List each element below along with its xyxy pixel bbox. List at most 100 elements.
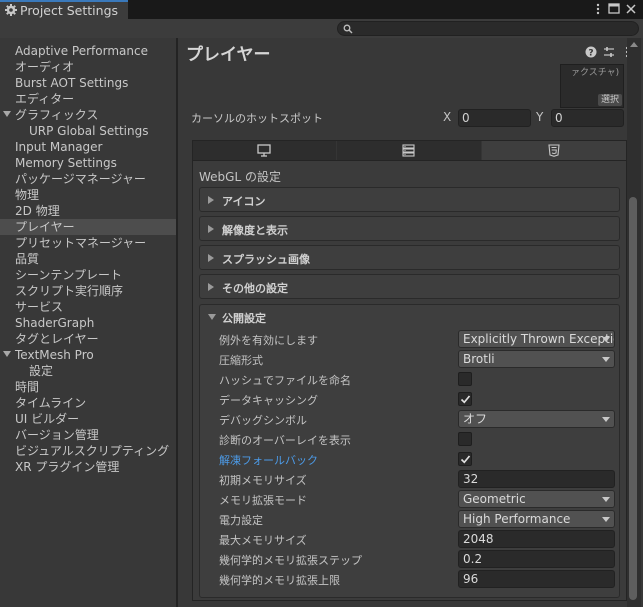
- sidebar-item[interactable]: 時間: [0, 379, 176, 395]
- close-icon[interactable]: [623, 0, 639, 19]
- sidebar-item[interactable]: 設定: [0, 363, 176, 379]
- setting-checkbox[interactable]: [458, 452, 472, 466]
- sidebar-item[interactable]: グラフィックス: [0, 107, 176, 123]
- expand-arrow-icon[interactable]: [3, 351, 11, 357]
- tab-server[interactable]: [337, 141, 481, 160]
- setting-text-field[interactable]: 32: [458, 470, 615, 488]
- setting-row: 解凍フォールバック: [200, 449, 621, 469]
- section-label: 解像度と表示: [222, 224, 288, 237]
- sidebar-item[interactable]: Input Manager: [0, 139, 176, 155]
- sidebar-item-label: 物理: [15, 188, 40, 202]
- sidebar-item[interactable]: ビジュアルスクリプティング: [0, 443, 176, 459]
- hotspot-y-label: Y: [536, 110, 544, 124]
- sidebar-item-label: 時間: [15, 380, 40, 394]
- scrollbar-thumb[interactable]: [629, 197, 637, 600]
- sidebar-item[interactable]: Memory Settings: [0, 155, 176, 171]
- platform-tabs: [192, 140, 627, 161]
- sidebar-item-label: Adaptive Performance: [15, 44, 148, 58]
- checkmark-icon: [460, 395, 471, 404]
- select-texture-button[interactable]: 選択: [597, 94, 622, 106]
- hotspot-x-label: X: [443, 110, 452, 124]
- setting-text-field[interactable]: 0.2: [458, 550, 615, 568]
- setting-row: メモリ拡張モード Geometric: [200, 489, 621, 509]
- maximize-icon[interactable]: [606, 0, 622, 19]
- setting-checkbox[interactable]: [458, 432, 472, 446]
- sidebar-item[interactable]: URP Global Settings: [0, 123, 176, 139]
- dropdown-value: Geometric: [463, 492, 526, 506]
- search-input[interactable]: [337, 21, 639, 36]
- sidebar-item-label: プリセットマネージャー: [15, 236, 147, 250]
- sidebar-item[interactable]: UI ビルダー: [0, 411, 176, 427]
- chevron-down-icon: [602, 517, 610, 522]
- sidebar-item[interactable]: Burst AOT Settings: [0, 75, 176, 91]
- sidebar-item[interactable]: エディター: [0, 91, 176, 107]
- help-icon[interactable]: ?: [585, 46, 597, 58]
- section-other[interactable]: その他の設定: [199, 274, 620, 299]
- webgl-settings-box: WebGL の設定 アイコン 解像度と表示 スプラッシュ画像 その他の設定 公開…: [192, 161, 627, 601]
- tab-standalone[interactable]: [193, 141, 336, 160]
- setting-text-field[interactable]: 2048: [458, 530, 615, 548]
- webgl-settings-title: WebGL の設定: [199, 170, 281, 184]
- project-settings-tab[interactable]: Project Settings: [0, 0, 128, 19]
- sidebar-item[interactable]: サービス: [0, 299, 176, 315]
- setting-dropdown[interactable]: Geometric: [458, 490, 615, 508]
- setting-dropdown[interactable]: Explicitly Thrown Exceptions Only: [458, 330, 615, 348]
- setting-dropdown[interactable]: High Performance: [458, 510, 615, 528]
- section-icon[interactable]: アイコン: [199, 187, 620, 212]
- section-label: アイコン: [222, 195, 266, 208]
- sidebar-item[interactable]: シーンテンプレート: [0, 267, 176, 283]
- setting-label: 幾何学的メモリ拡張上限: [219, 574, 340, 587]
- sidebar-item-label: タグとレイヤー: [15, 332, 99, 346]
- sidebar-item[interactable]: ShaderGraph: [0, 315, 176, 331]
- sidebar-item[interactable]: タイムライン: [0, 395, 176, 411]
- sidebar-item[interactable]: プリセットマネージャー: [0, 235, 176, 251]
- setting-label: 幾何学的メモリ拡張ステップ: [219, 554, 362, 567]
- scroll-up-arrow-icon[interactable]: [630, 42, 638, 47]
- window-title-bar: Project Settings: [0, 0, 643, 19]
- presets-icon[interactable]: [603, 46, 615, 58]
- sidebar-item-label: エディター: [15, 92, 75, 106]
- cursor-texture-preview[interactable]: ァクスチャ) 選択: [560, 64, 624, 108]
- setting-checkbox[interactable]: [458, 372, 472, 386]
- section-label[interactable]: 公開設定: [222, 310, 266, 326]
- sidebar-item[interactable]: Adaptive Performance: [0, 43, 176, 59]
- setting-label[interactable]: 解凍フォールバック: [219, 452, 318, 468]
- setting-label: 診断のオーバーレイを表示: [219, 434, 351, 447]
- setting-row: ハッシュでファイルを命名: [200, 369, 621, 389]
- sidebar-item-label: Burst AOT Settings: [15, 76, 129, 90]
- setting-dropdown[interactable]: Brotli: [458, 350, 615, 368]
- sidebar-item-label: UI ビルダー: [15, 412, 80, 426]
- sidebar-item[interactable]: タグとレイヤー: [0, 331, 176, 347]
- setting-text-field[interactable]: 96: [458, 570, 615, 588]
- sidebar-item[interactable]: バージョン管理: [0, 427, 176, 443]
- sidebar-item[interactable]: スクリプト実行順序: [0, 283, 176, 299]
- sidebar-item[interactable]: オーディオ: [0, 59, 176, 75]
- section-splash[interactable]: スプラッシュ画像: [199, 245, 620, 270]
- foldout-arrow-icon[interactable]: [208, 314, 216, 320]
- setting-label: データキャッシング: [219, 394, 318, 407]
- sidebar-item[interactable]: XR プラグイン管理: [0, 459, 176, 475]
- setting-checkbox[interactable]: [458, 392, 472, 406]
- tab-webgl[interactable]: [482, 141, 626, 160]
- hotspot-y-field[interactable]: 0: [551, 109, 624, 127]
- chevron-down-icon: [602, 337, 610, 342]
- sidebar-item-label: オーディオ: [15, 60, 75, 74]
- sidebar-item[interactable]: TextMesh Pro: [0, 347, 176, 363]
- section-resolution[interactable]: 解像度と表示: [199, 216, 620, 241]
- setting-dropdown[interactable]: オフ: [458, 410, 615, 428]
- setting-row: 初期メモリサイズ 32: [200, 469, 621, 489]
- setting-label: 最大メモリサイズ: [219, 534, 307, 547]
- sidebar-item[interactable]: 2D 物理: [0, 203, 176, 219]
- more-options-icon[interactable]: [590, 0, 606, 19]
- setting-label: ハッシュでファイルを命名: [219, 374, 351, 387]
- section-label: スプラッシュ画像: [222, 253, 310, 266]
- checkmark-icon: [460, 455, 471, 464]
- sidebar-item-label: TextMesh Pro: [15, 348, 94, 362]
- sidebar-item[interactable]: 品質: [0, 251, 176, 267]
- foldout-arrow-icon: [208, 196, 214, 204]
- sidebar-item[interactable]: パッケージマネージャー: [0, 171, 176, 187]
- sidebar-item[interactable]: プレイヤー: [0, 219, 176, 235]
- sidebar-item[interactable]: 物理: [0, 187, 176, 203]
- hotspot-x-field[interactable]: 0: [458, 109, 531, 127]
- expand-arrow-icon[interactable]: [3, 111, 11, 117]
